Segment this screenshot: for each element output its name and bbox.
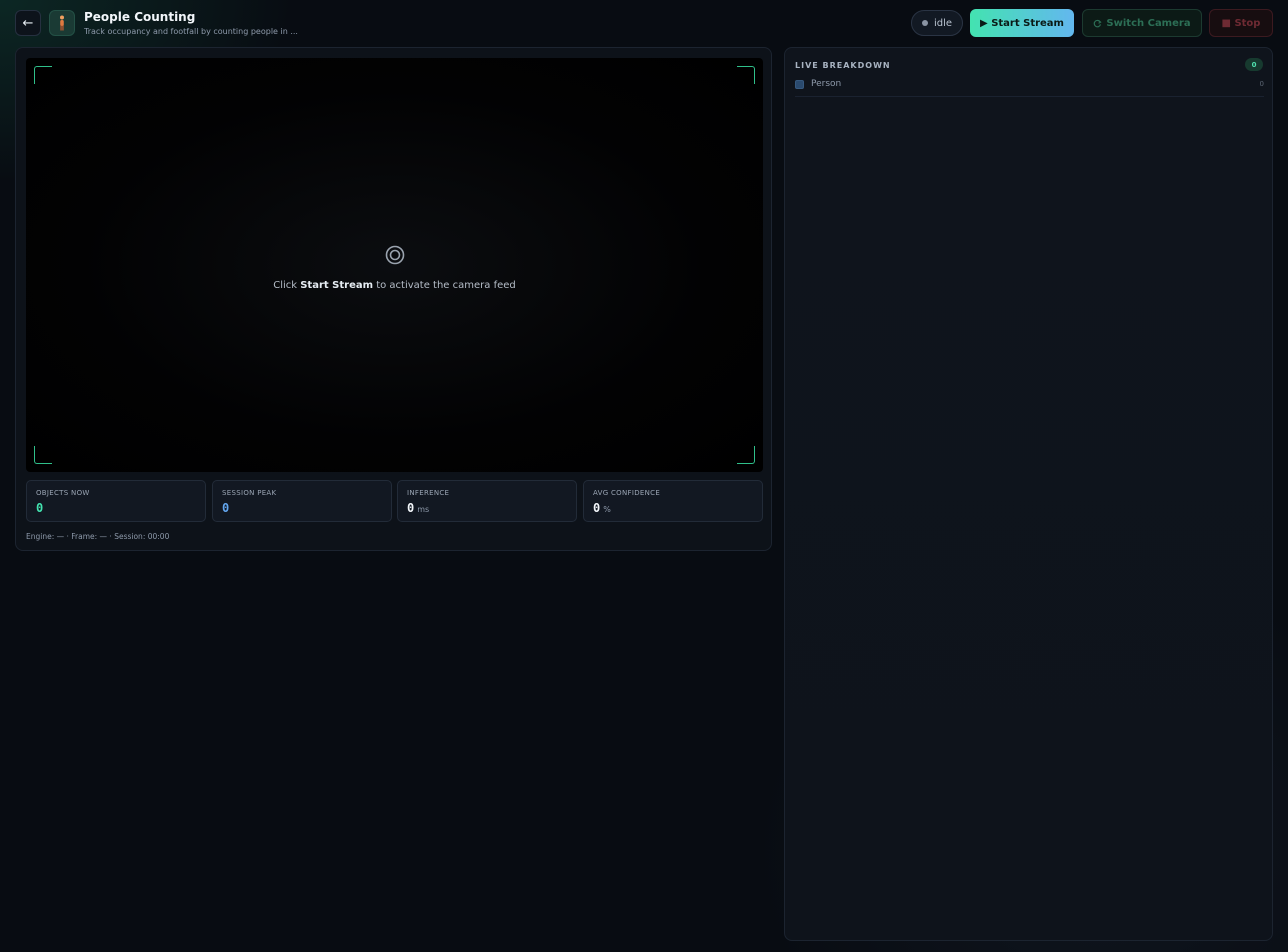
stat-label: SESSION PEAK (222, 489, 277, 497)
stat-avg-confidence: AVG CONFIDENCE 0% (583, 480, 763, 522)
stat-number: 0 (593, 501, 601, 515)
stop-label: ■ Stop (1221, 17, 1261, 29)
class-label: Person (811, 79, 842, 89)
frame-corner-bottom-left (34, 446, 52, 464)
frame-corner-bottom-right (737, 446, 755, 464)
hint-strong: Start Stream (300, 280, 374, 291)
breakdown-panel: LIVE BREAKDOWN 0 Person 0 (784, 47, 1273, 941)
stat-objects-now: OBJECTS NOW 0 (26, 480, 206, 522)
class-color-swatch (795, 80, 804, 89)
top-bar: ← People Counting Track occupancy and fo… (0, 0, 1288, 46)
stat-session-peak: SESSION PEAK 0 (212, 480, 392, 522)
camera-panel: Click Start Stream to activate the camer… (15, 47, 772, 551)
stat-label: OBJECTS NOW (36, 489, 90, 497)
class-count: 0 (1259, 80, 1264, 88)
start-stream-label: ▶ Start Stream (980, 17, 1064, 29)
stat-unit: ms (417, 505, 430, 514)
stat-number: 0 (407, 501, 415, 515)
switch-camera-label: Switch Camera (1106, 17, 1191, 29)
app-icon (49, 10, 75, 36)
hint-suffix: to activate the camera feed (373, 280, 516, 291)
refresh-icon (1094, 19, 1103, 27)
switch-camera-button[interactable]: Switch Camera (1082, 9, 1202, 37)
breakdown-count-badge: 0 (1245, 58, 1263, 71)
stat-label: AVG CONFIDENCE (593, 489, 661, 497)
back-button[interactable]: ← (15, 10, 41, 36)
session-info: Engine: — · Frame: — · Session: 00:00 (26, 532, 170, 541)
stop-button[interactable]: ■ Stop (1209, 9, 1273, 37)
stat-value: 0% (593, 501, 611, 515)
stat-inference: INFERENCE 0 ms (397, 480, 577, 522)
hint-prefix: Click (273, 280, 301, 291)
breakdown-title: LIVE BREAKDOWN (795, 61, 891, 70)
video-feed[interactable]: Click Start Stream to activate the camer… (26, 58, 763, 472)
page-subtitle: Track occupancy and footfall by counting… (84, 27, 298, 36)
stats-row: OBJECTS NOW 0 SESSION PEAK 0 INFERENCE 0… (26, 480, 763, 522)
frame-corner-top-right (737, 66, 755, 84)
stat-number: 0 (222, 501, 230, 515)
stat-value: 0 (36, 501, 43, 515)
status-dot-icon (921, 20, 928, 26)
status-text: idle (933, 17, 953, 29)
start-stream-button[interactable]: ▶ Start Stream (970, 9, 1074, 37)
frame-corner-top-left (34, 66, 52, 84)
list-item: Person 0 (795, 79, 1264, 97)
video-hint: Click Start Stream to activate the camer… (26, 280, 763, 291)
status-badge: idle (911, 10, 963, 36)
stat-label: INFERENCE (407, 489, 450, 497)
stat-value: 0 (222, 501, 229, 515)
page-title: People Counting (84, 10, 196, 24)
stat-number: 0 (36, 501, 44, 515)
back-arrow-icon: ← (22, 15, 34, 31)
person-walking-icon (60, 15, 64, 31)
stat-unit: % (603, 505, 611, 514)
stat-value: 0 ms (407, 501, 429, 515)
camera-lens-icon (385, 245, 405, 265)
